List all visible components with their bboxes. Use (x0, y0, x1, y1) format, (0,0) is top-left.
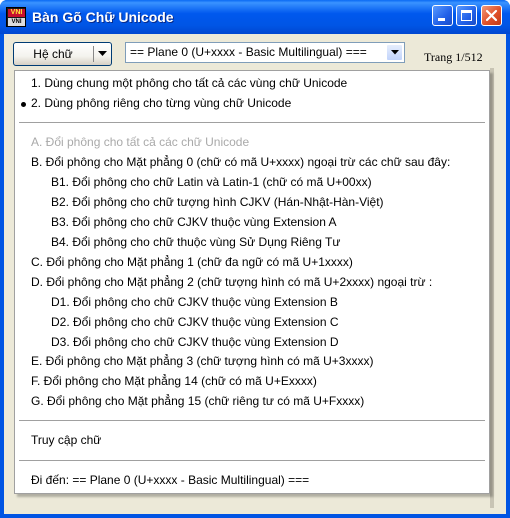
menu-item-b4[interactable]: B4. Đổi phông cho chữ thuộc vùng Sử Dụng… (51, 234, 340, 250)
menu-option-shared-font[interactable]: 1. Dùng chung một phông cho tất cả các v… (31, 75, 347, 91)
client-area: Hệ chữ == Plane 0 (U+xxxx - Basic Multil… (4, 34, 506, 514)
menu-item-b[interactable]: B. Đổi phông cho Mặt phẳng 0 (chữ có mã … (31, 154, 450, 170)
panel-edge (490, 68, 494, 508)
app-icon-bottom: VNI (8, 18, 25, 26)
plane-select-value: == Plane 0 (U+xxxx - Basic Multilingual)… (130, 45, 367, 59)
menu-item-b3[interactable]: B3. Đổi phông cho chữ CJKV thuộc vùng Ex… (51, 214, 337, 230)
menu-item-g[interactable]: G. Đổi phông cho Mặt phẳng 15 (chữ riêng… (31, 393, 364, 409)
app-icon[interactable]: VNI VNI (6, 7, 26, 27)
menu-item-goto[interactable]: Đi đến: == Plane 0 (U+xxxx - Basic Multi… (31, 472, 309, 488)
font-system-button[interactable]: Hệ chữ (13, 42, 112, 66)
page-indicator: Trang 1/512 (424, 50, 483, 64)
close-icon (485, 9, 498, 22)
menu-item-a: A. Đổi phông cho tất cả các chữ Unicode (31, 135, 250, 149)
menu-item-c[interactable]: C. Đổi phông cho Mặt phẳng 1 (chữ đa ngữ… (31, 254, 353, 270)
menu-item-f[interactable]: F. Đổi phông cho Mặt phẳng 14 (chữ có mã… (31, 373, 317, 389)
title-bar[interactable]: VNI VNI Bàn Gõ Chữ Unicode (0, 0, 510, 34)
app-window: VNI VNI Bàn Gõ Chữ Unicode Hệ chữ == Pla… (0, 0, 510, 518)
maximize-button[interactable] (456, 5, 477, 26)
close-button[interactable] (481, 5, 502, 26)
chevron-down-icon (391, 50, 399, 55)
menu-item-d2[interactable]: D2. Đổi phông cho chữ CJKV thuộc vùng Ex… (51, 314, 339, 330)
font-system-label: Hệ chữ (33, 47, 73, 61)
chevron-down-icon (98, 51, 107, 56)
plane-select[interactable]: == Plane 0 (U+xxxx - Basic Multilingual)… (125, 42, 405, 63)
menu-separator (19, 122, 485, 124)
menu-separator (19, 420, 485, 422)
menu-item-access[interactable]: Truy cập chữ (31, 432, 101, 448)
menu-item-e[interactable]: E. Đổi phông cho Mặt phẳng 3 (chữ tượng … (31, 353, 373, 369)
menu-separator (19, 460, 485, 462)
menu-option-separate-fonts[interactable]: 2. Dùng phông riêng cho từng vùng chữ Un… (31, 95, 291, 111)
window-title: Bàn Gõ Chữ Unicode (32, 9, 174, 25)
font-menu: 1. Dùng chung một phông cho tất cả các v… (14, 70, 490, 494)
minimize-icon (438, 18, 445, 21)
menu-item-d1[interactable]: D1. Đổi phông cho chữ CJKV thuộc vùng Ex… (51, 294, 338, 310)
maximize-icon (461, 10, 472, 21)
app-icon-top: VNI (8, 9, 25, 17)
minimize-button[interactable] (432, 5, 453, 26)
menu-item-b2[interactable]: B2. Đổi phông cho chữ tượng hình CJKV (H… (51, 194, 384, 210)
menu-item-d3[interactable]: D3. Đổi phông cho chữ CJKV thuộc vùng Ex… (51, 334, 339, 350)
button-divider (93, 46, 94, 62)
menu-item-b1[interactable]: B1. Đổi phông cho chữ Latin và Latin-1 (… (51, 174, 372, 190)
menu-item-d[interactable]: D. Đổi phông cho Mặt phẳng 2 (chữ tượng … (31, 274, 432, 290)
plane-select-dropdown-button[interactable] (386, 44, 403, 61)
radio-bullet-icon (21, 102, 26, 107)
